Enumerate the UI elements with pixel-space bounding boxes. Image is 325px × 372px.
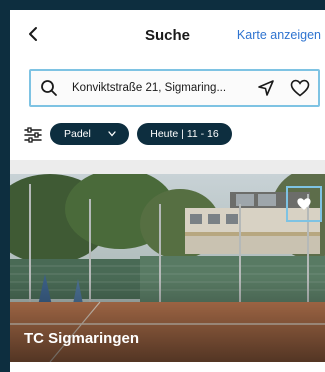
search-screen: Suche Karte anzeigen Konviktstraße 21, S… — [10, 10, 325, 372]
show-map-link[interactable]: Karte anzeigen — [237, 28, 321, 42]
location-arrow-icon[interactable] — [257, 79, 275, 97]
club-card[interactable]: TC Sigmaringen — [10, 174, 325, 362]
heart-outline-icon[interactable] — [290, 79, 310, 97]
search-icon — [41, 80, 57, 96]
filter-sliders-icon[interactable] — [24, 126, 42, 144]
filter-row: Padel Heute | 11 - 16 — [10, 122, 325, 148]
date-filter-chip[interactable]: Heute | 11 - 16 — [137, 123, 232, 145]
sport-filter-label: Padel — [64, 128, 91, 140]
sport-filter-chip[interactable]: Padel — [50, 123, 129, 145]
back-button[interactable] — [24, 24, 44, 44]
favorite-button[interactable] — [286, 186, 322, 222]
search-bar[interactable]: Konviktstraße 21, Sigmaring... — [29, 69, 320, 107]
search-input[interactable]: Konviktstraße 21, Sigmaring... — [72, 82, 242, 94]
club-name: TC Sigmaringen — [24, 330, 140, 347]
header: Suche Karte anzeigen — [10, 10, 325, 58]
heart-filled-icon — [297, 198, 311, 210]
chevron-left-icon — [29, 27, 37, 41]
section-divider — [10, 160, 325, 174]
date-filter-label: Heute | 11 - 16 — [150, 128, 219, 140]
bottom-strip — [10, 362, 325, 372]
chevron-down-icon — [108, 131, 116, 137]
